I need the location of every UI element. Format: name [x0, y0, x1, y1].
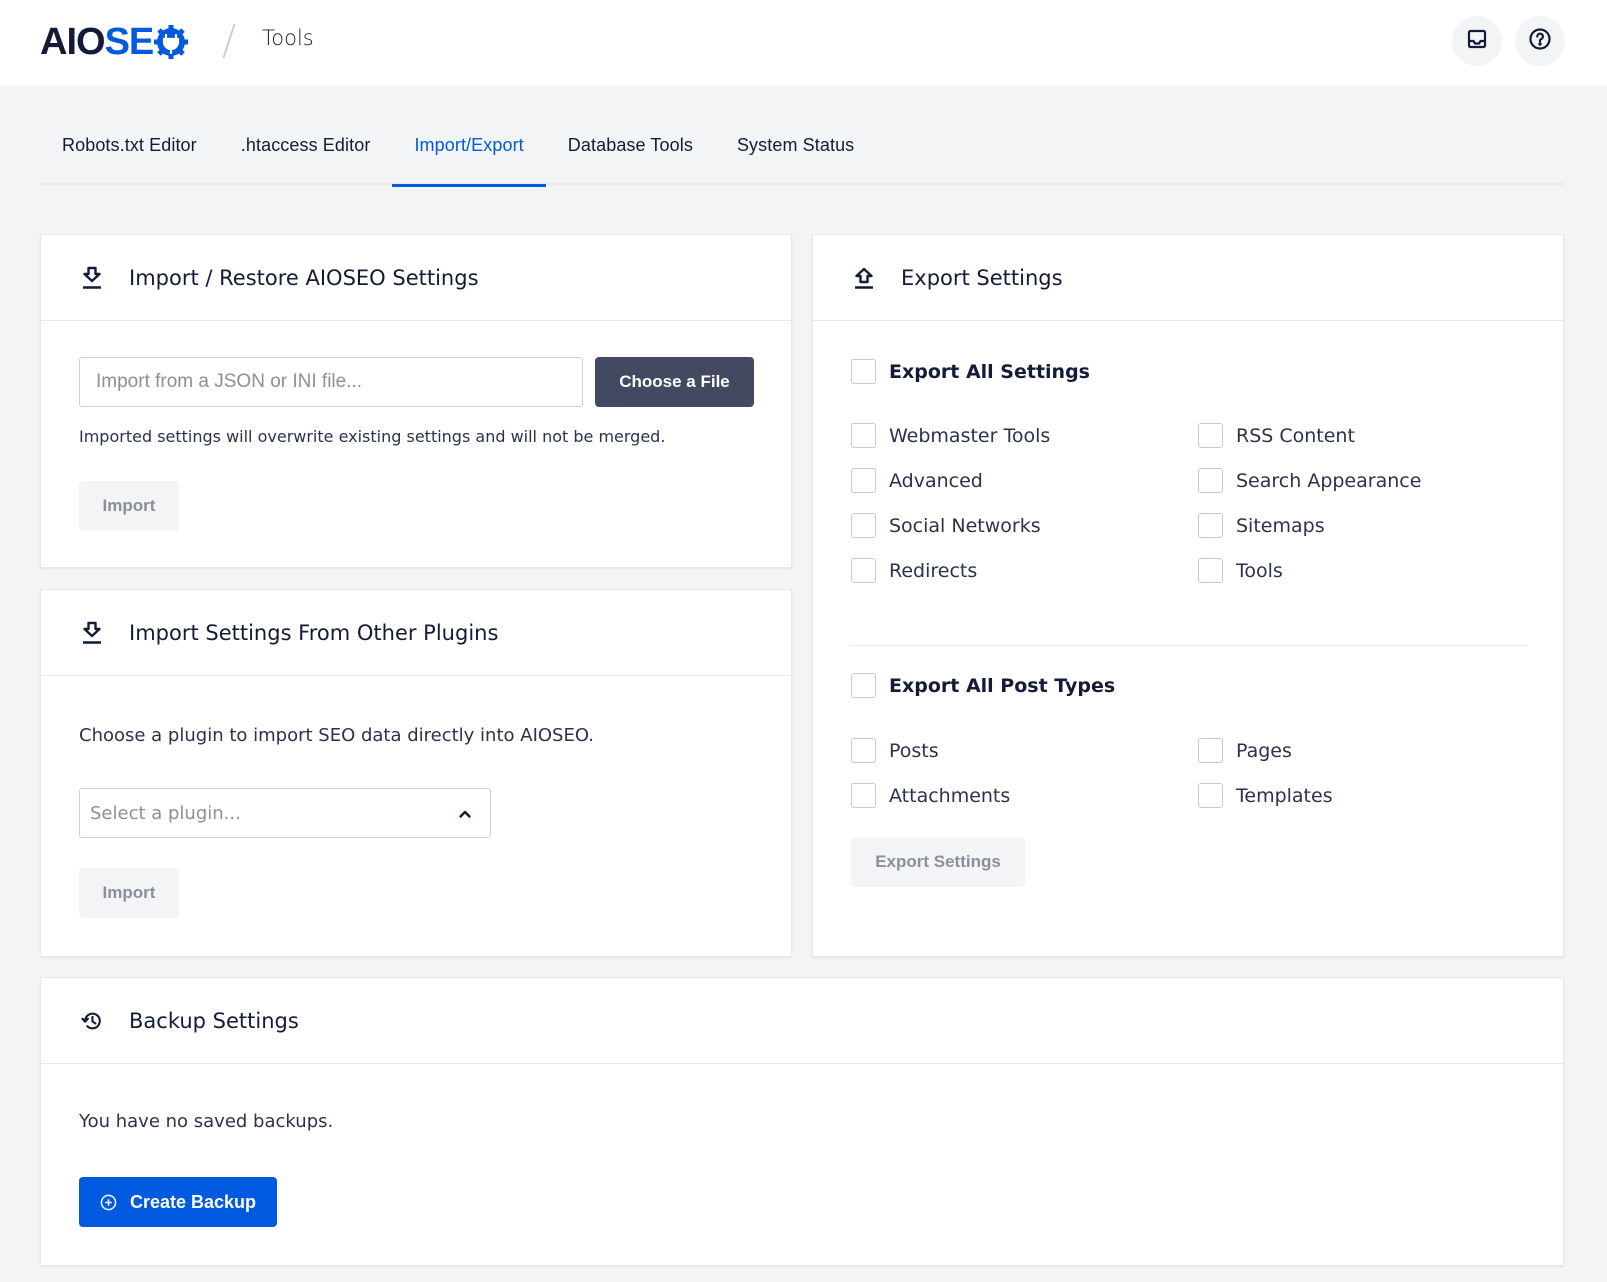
card-title: Import Settings From Other Plugins — [129, 620, 499, 645]
card-header: Backup Settings — [41, 978, 1563, 1064]
download-icon — [79, 265, 105, 291]
post-type-checkbox[interactable]: Templates — [1198, 783, 1333, 808]
select-placeholder: Select a plugin... — [90, 802, 241, 824]
checkbox-label: Webmaster Tools — [889, 424, 1051, 447]
export-settings-button[interactable]: Export Settings — [851, 837, 1025, 887]
section-divider — [851, 645, 1528, 646]
top-bar: AIO SE Tools — [0, 0, 1607, 85]
checkbox-label: Posts — [889, 739, 939, 762]
export-all-settings-checkbox[interactable]: Export All Settings — [851, 359, 1090, 384]
upload-icon — [851, 265, 877, 291]
card-title: Backup Settings — [129, 1008, 299, 1033]
export-option-checkbox[interactable]: Webmaster Tools — [851, 423, 1050, 448]
checkbox-label: Redirects — [889, 559, 978, 582]
export-all-post-types-checkbox[interactable]: Export All Post Types — [851, 673, 1115, 698]
checkbox[interactable] — [1198, 738, 1223, 763]
inbox-icon — [1465, 27, 1489, 55]
checkbox[interactable] — [851, 673, 876, 698]
checkbox[interactable] — [1198, 513, 1223, 538]
import-file-input[interactable]: Import from a JSON or INI file... — [79, 357, 583, 407]
export-option-checkbox[interactable]: Tools — [1198, 558, 1283, 583]
import-restore-card: Import / Restore AIOSEO Settings Import … — [40, 234, 792, 568]
checkbox[interactable] — [851, 468, 876, 493]
plus-circle-icon — [100, 1194, 117, 1210]
checkbox-label: Sitemaps — [1236, 514, 1325, 537]
post-type-checkbox[interactable]: Pages — [1198, 738, 1292, 763]
checkbox-label: Advanced — [889, 469, 983, 492]
export-option-checkbox[interactable]: Advanced — [851, 468, 983, 493]
chevron-up-icon — [458, 805, 472, 819]
import-warning-note: Imported settings will overwrite existin… — [79, 427, 666, 446]
checkbox[interactable] — [851, 558, 876, 583]
checkbox-label: Search Appearance — [1236, 469, 1422, 492]
card-title: Import / Restore AIOSEO Settings — [129, 265, 479, 290]
export-option-checkbox[interactable]: Sitemaps — [1198, 513, 1325, 538]
checkbox-label: Export All Post Types — [889, 674, 1116, 697]
checkbox[interactable] — [851, 423, 876, 448]
checkbox-label: Pages — [1236, 739, 1292, 762]
page-title: Tools — [262, 26, 314, 50]
export-option-checkbox[interactable]: Search Appearance — [1198, 468, 1421, 493]
help-circle-icon — [1528, 27, 1552, 55]
choose-file-button[interactable]: Choose a File — [595, 357, 754, 407]
import-plugins-card: Import Settings From Other Plugins Choos… — [40, 589, 792, 957]
card-header: Import / Restore AIOSEO Settings — [41, 235, 791, 321]
import-button[interactable]: Import — [79, 481, 179, 531]
help-button[interactable] — [1515, 16, 1565, 66]
aioseo-logo[interactable]: AIO SE — [40, 21, 189, 63]
history-icon — [79, 1008, 105, 1034]
checkbox-label: Templates — [1236, 784, 1333, 807]
checkbox-label: Tools — [1236, 559, 1283, 582]
checkbox-label: Export All Settings — [889, 360, 1090, 383]
import-plugins-description: Choose a plugin to import SEO data direc… — [79, 725, 595, 746]
export-option-checkbox[interactable]: Social Networks — [851, 513, 1041, 538]
card-title: Export Settings — [901, 265, 1063, 290]
checkbox-label: Attachments — [889, 784, 1011, 807]
post-type-checkbox[interactable]: Attachments — [851, 783, 1010, 808]
tab-system-status[interactable]: System Status — [715, 118, 876, 185]
checkbox[interactable] — [1198, 558, 1223, 583]
checkbox[interactable] — [1198, 423, 1223, 448]
backup-settings-card: Backup Settings You have no saved backup… — [40, 977, 1564, 1266]
tab-htaccess-editor[interactable]: .htaccess Editor — [219, 118, 393, 185]
no-backups-message: You have no saved backups. — [79, 1111, 334, 1132]
card-header: Import Settings From Other Plugins — [41, 590, 791, 676]
breadcrumb-separator — [222, 24, 236, 58]
checkbox[interactable] — [1198, 783, 1223, 808]
checkbox[interactable] — [851, 513, 876, 538]
gear-plug-logo-icon — [154, 25, 189, 59]
notifications-button[interactable] — [1452, 16, 1502, 66]
checkbox-label: Social Networks — [889, 514, 1041, 537]
tab-import-export[interactable]: Import/Export — [392, 118, 547, 187]
checkbox[interactable] — [851, 738, 876, 763]
checkbox[interactable] — [1198, 468, 1223, 493]
tab-database-tools[interactable]: Database Tools — [546, 118, 715, 185]
checkbox-label: RSS Content — [1236, 424, 1355, 447]
card-header: Export Settings — [813, 235, 1563, 321]
tools-tabs: Robots.txt Editor .htaccess Editor Impor… — [40, 118, 1564, 187]
download-icon — [79, 620, 105, 646]
export-settings-card: Export Settings Export All Settings Webm… — [812, 234, 1564, 957]
checkbox[interactable] — [851, 783, 876, 808]
export-option-checkbox[interactable]: RSS Content — [1198, 423, 1355, 448]
export-option-checkbox[interactable]: Redirects — [851, 558, 977, 583]
post-type-checkbox[interactable]: Posts — [851, 738, 939, 763]
create-backup-label: Create Backup — [129, 1191, 257, 1212]
import-plugin-button[interactable]: Import — [79, 868, 179, 918]
tab-robots-txt-editor[interactable]: Robots.txt Editor — [40, 118, 219, 185]
plugin-select[interactable]: Select a plugin... — [79, 788, 491, 838]
checkbox[interactable] — [851, 359, 876, 384]
create-backup-button[interactable]: Create Backup — [79, 1177, 277, 1227]
